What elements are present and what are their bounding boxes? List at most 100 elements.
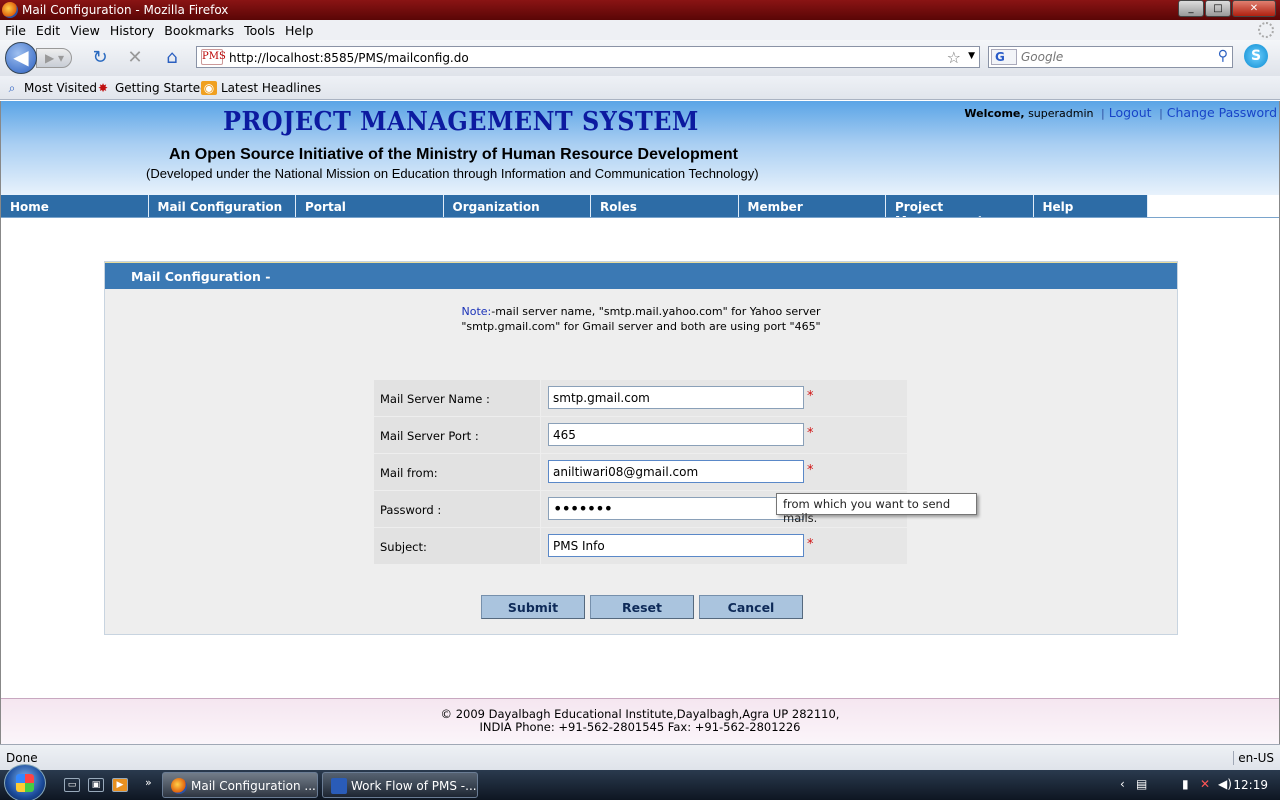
os-taskbar: ▭ ▣ ▶ » Mail Configuration ... Work Flow… (0, 764, 1280, 800)
note-line-2: "smtp.gmail.com" for Gmail server and bo… (461, 320, 821, 333)
site-footer: © 2009 Dayalbagh Educational Institute,D… (1, 698, 1279, 744)
welcome-label: Welcome, (964, 107, 1025, 120)
bookmarks-toolbar: ⌕ Most Visited ✸ Getting Started ◉ Lates… (0, 76, 1280, 100)
network-disconnected-icon[interactable]: ✕ (1200, 777, 1210, 791)
mail-from-label: Mail from: (374, 454, 540, 490)
config-note: Note:-mail server name, "smtp.mail.yahoo… (105, 304, 1177, 334)
minimize-button[interactable]: _ (1178, 0, 1204, 17)
menu-history[interactable]: History (105, 20, 159, 38)
subject-input[interactable] (548, 534, 804, 557)
back-arrow-icon: ◀ (13, 45, 29, 69)
nav-mail-configuration[interactable]: Mail Configuration (148, 195, 296, 217)
menu-file[interactable]: File (0, 20, 31, 38)
windows-logo-icon (16, 774, 34, 792)
menu-view[interactable]: View (65, 20, 105, 38)
form-row-subject: Subject: * (374, 528, 908, 565)
logout-link[interactable]: Logout (1109, 105, 1152, 120)
locale-indicator: en-US (1233, 751, 1274, 765)
show-desktop-icon[interactable]: ▭ (64, 778, 80, 792)
search-box[interactable]: G ⚲ (988, 46, 1233, 68)
close-button[interactable]: ✕ (1232, 0, 1276, 17)
footer-line-2: INDIA Phone: +91-562-2801545 Fax: +91-56… (479, 720, 801, 734)
separator: | (1101, 107, 1105, 120)
nav-member[interactable]: Member (738, 195, 886, 217)
volume-icon[interactable]: ◀) (1218, 777, 1232, 791)
app-subtitle: An Open Source Initiative of the Ministr… (169, 146, 738, 163)
most-visited-icon: ⌕ (8, 81, 16, 95)
skype-icon[interactable]: S (1244, 44, 1268, 68)
app-devnote: (Developed under the National Mission on… (146, 166, 759, 181)
required-mark: * (807, 426, 814, 441)
switch-windows-icon[interactable]: ▣ (88, 778, 104, 792)
url-dropdown-icon[interactable]: ▼ (968, 51, 975, 61)
bookmark-most-visited[interactable]: ⌕ Most Visited (4, 81, 97, 95)
maximize-button[interactable]: □ (1205, 0, 1231, 17)
bookmark-label: Most Visited (24, 81, 98, 95)
stop-icon[interactable]: ✕ (125, 48, 145, 68)
user-box: Welcome, superadmin | Logout | Change Pass… (964, 105, 1277, 120)
media-player-icon[interactable]: ▶ (112, 778, 128, 792)
word-doc-icon (331, 778, 347, 794)
network-icon[interactable]: ▤ (1136, 777, 1147, 791)
cancel-button[interactable]: Cancel (699, 595, 803, 619)
nav-roles[interactable]: Roles (591, 195, 739, 217)
required-mark: * (807, 389, 814, 404)
note-line-1: -mail server name, "smtp.mail.yahoo.com"… (491, 305, 821, 318)
task-label: Work Flow of PMS -... (351, 779, 477, 793)
nav-divider (1, 217, 1279, 218)
taskbar-item-word[interactable]: Work Flow of PMS -... (322, 772, 478, 798)
server-name-input[interactable] (548, 386, 804, 409)
password-input[interactable] (548, 497, 804, 520)
window-controls: _ □ ✕ (1177, 0, 1276, 17)
form-row-mail-from: Mail from: * (374, 454, 908, 491)
server-name-label: Mail Server Name : (374, 380, 540, 416)
bookmark-getting-started[interactable]: ✸ Getting Started (95, 81, 208, 95)
menu-edit[interactable]: Edit (31, 20, 65, 38)
form-row-server-name: Mail Server Name : * (374, 380, 908, 417)
page-content: PROJECT MANAGEMENT SYSTEM An Open Source… (0, 101, 1280, 744)
forward-button[interactable]: ▶ ▾ (36, 48, 72, 68)
menu-tools[interactable]: Tools (239, 20, 280, 38)
menu-help[interactable]: Help (280, 20, 319, 38)
nav-home[interactable]: Home (1, 195, 149, 217)
required-mark: * (807, 463, 814, 478)
bookmark-latest-headlines[interactable]: ◉ Latest Headlines (201, 81, 321, 95)
submit-button[interactable]: Submit (481, 595, 585, 619)
server-port-label: Mail Server Port : (374, 417, 540, 453)
start-button[interactable] (4, 764, 46, 800)
nav-portal[interactable]: Portal (296, 195, 444, 217)
quicklaunch-overflow-icon[interactable]: » (145, 776, 152, 789)
home-icon[interactable]: ⌂ (162, 48, 182, 68)
battery-icon[interactable]: ▮ (1182, 777, 1189, 791)
bookmark-star-icon[interactable]: ☆ (947, 48, 961, 67)
nav-organization[interactable]: Organization (443, 195, 591, 217)
site-header: PROJECT MANAGEMENT SYSTEM An Open Source… (1, 101, 1279, 195)
window-title: Mail Configuration - Mozilla Firefox (22, 3, 229, 17)
mail-from-tooltip: from which you want to send mails. (776, 493, 977, 525)
main-nav: Home Mail Configuration Portal Organizat… (1, 195, 1151, 228)
tray-expand-icon[interactable]: ‹ (1120, 777, 1125, 791)
task-label: Mail Configuration ... (191, 779, 316, 793)
reset-button[interactable]: Reset (590, 595, 694, 619)
server-port-input[interactable] (548, 423, 804, 446)
taskbar-item-firefox[interactable]: Mail Configuration ... (162, 772, 318, 798)
nav-project-management[interactable]: Project Management (886, 195, 1034, 228)
reload-icon[interactable]: ↻ (90, 48, 110, 68)
change-password-link[interactable]: Change Password (1167, 105, 1277, 120)
nav-help[interactable]: Help (1033, 195, 1148, 217)
forward-arrow-icon: ▶ ▾ (45, 51, 65, 65)
menu-bookmarks[interactable]: Bookmarks (159, 20, 239, 38)
search-engine-icon[interactable]: G (991, 49, 1017, 65)
mail-config-panel: Mail Configuration - Note:-mail server n… (104, 261, 1178, 635)
address-bar[interactable]: PMS http://localhost:8585/PMS/mailconfig… (196, 46, 980, 68)
search-input[interactable] (1021, 49, 1201, 65)
mail-from-input[interactable] (548, 460, 804, 483)
rss-icon: ◉ (201, 81, 217, 95)
username: superadmin (1028, 107, 1094, 120)
search-icon[interactable]: ⚲ (1218, 48, 1228, 64)
url-text[interactable]: http://localhost:8585/PMS/mailconfig.do (229, 51, 469, 65)
taskbar-clock[interactable]: 12:19 (1233, 778, 1268, 792)
getting-started-icon: ✸ (97, 81, 109, 95)
back-button[interactable]: ◀ (5, 42, 37, 74)
form-row-server-port: Mail Server Port : * (374, 417, 908, 454)
